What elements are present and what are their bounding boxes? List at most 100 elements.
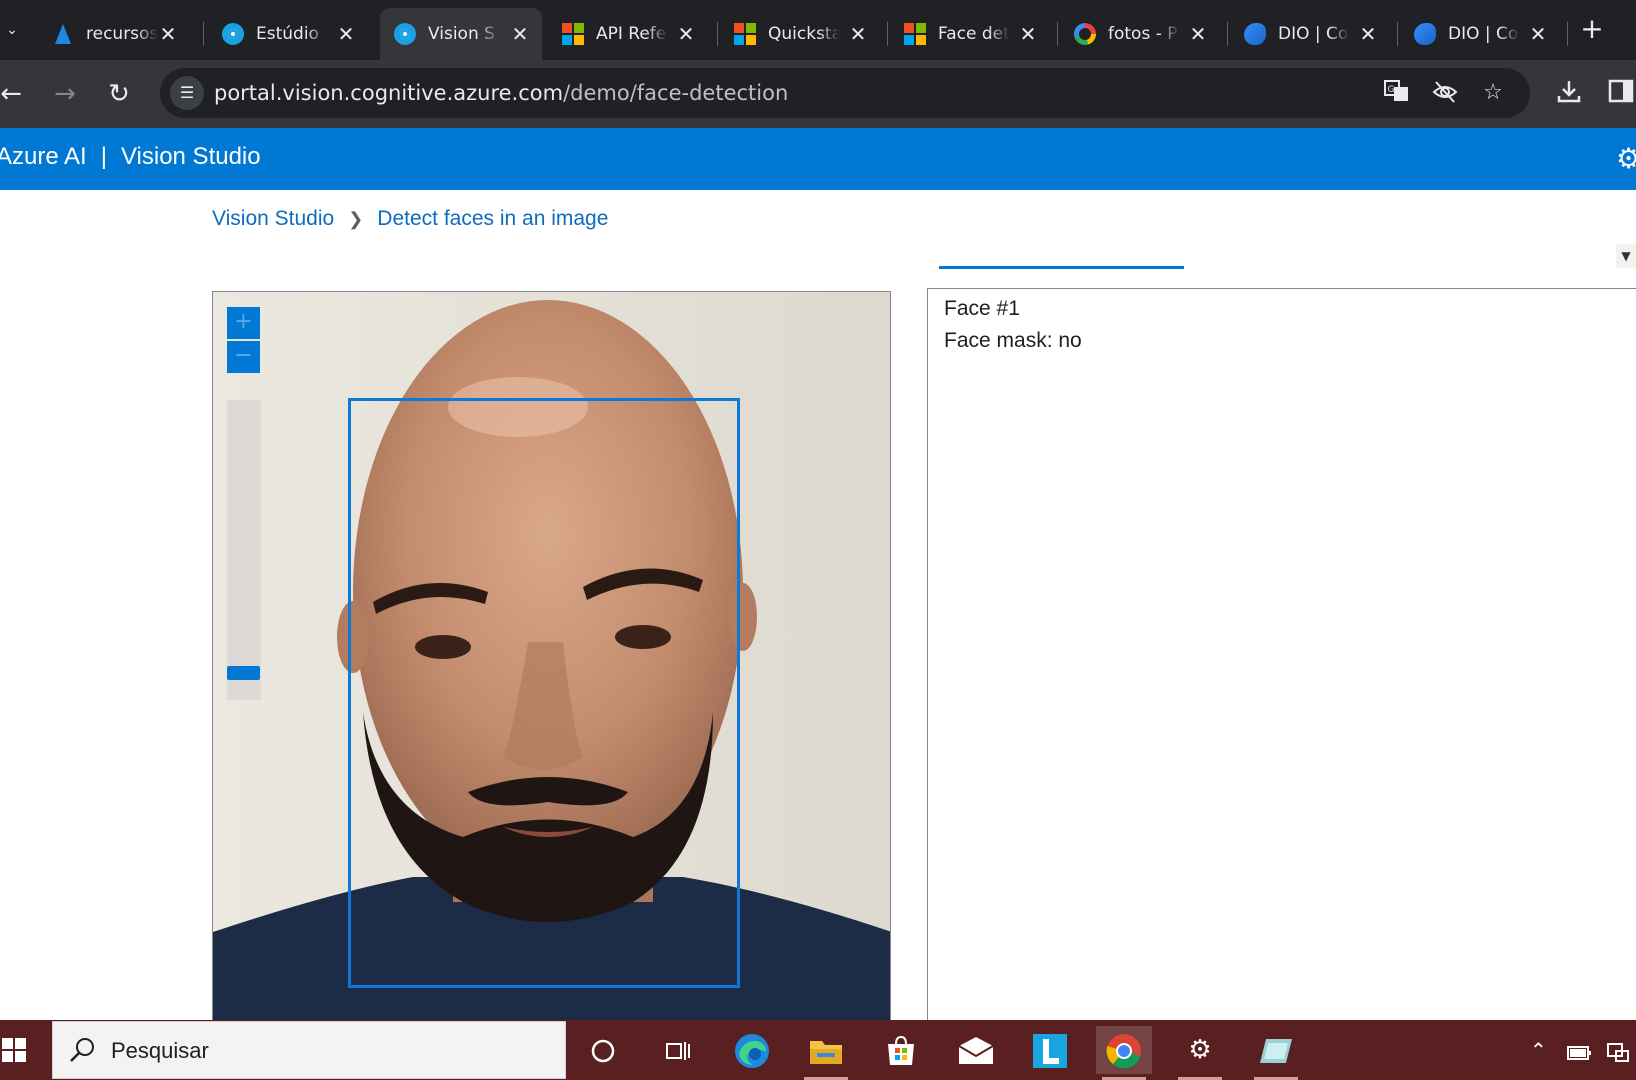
file-explorer-icon[interactable] <box>798 1026 854 1080</box>
battery-icon[interactable] <box>1567 1034 1593 1066</box>
tab-title: API Refe <box>596 24 667 44</box>
tab-close-icon[interactable]: ✕ <box>848 24 868 44</box>
network-icon[interactable] <box>1606 1034 1630 1066</box>
notes-icon[interactable] <box>1248 1026 1304 1080</box>
url-host: portal.vision.cognitive.azure.com <box>214 81 564 105</box>
site-settings-icon[interactable]: ☰ <box>170 76 204 110</box>
translate-icon[interactable]: G <box>1382 78 1412 108</box>
chrome-icon[interactable] <box>1096 1026 1152 1080</box>
microsoft-store-icon[interactable] <box>873 1026 929 1074</box>
microsoft-icon <box>562 23 584 45</box>
product-name: Vision Studio <box>120 143 261 170</box>
settings-icon[interactable]: ⚙ <box>1172 1026 1228 1080</box>
tab-divider <box>203 22 204 46</box>
zoom-slider-thumb[interactable] <box>227 666 260 680</box>
search-icon <box>67 1036 97 1066</box>
l-app-icon[interactable] <box>1022 1026 1078 1074</box>
tab-title: DIO | Co <box>1278 24 1349 44</box>
mail-icon[interactable] <box>948 1026 1004 1074</box>
tab-title: Estúdio <box>256 24 319 44</box>
brand-name: Azure AI <box>0 143 87 170</box>
eye-off-icon[interactable] <box>1430 78 1460 108</box>
forward-arrow-icon[interactable]: → <box>48 77 82 111</box>
browser-tab[interactable]: fotos - P ✕ <box>1060 8 1220 60</box>
tab-title: Vision S <box>428 24 495 44</box>
vision-studio-icon <box>394 23 416 45</box>
address-bar[interactable]: ☰ portal.vision.cognitive.azure.com/demo… <box>160 68 1530 118</box>
download-icon[interactable] <box>1552 77 1586 111</box>
app-header: Azure AI | Vision Studio ⚙ <box>0 128 1636 190</box>
tab-close-icon[interactable]: ✕ <box>158 24 178 44</box>
settings-gear-icon[interactable]: ⚙ <box>1616 143 1636 175</box>
image-viewer[interactable]: + − <box>212 291 891 1021</box>
side-panel-icon[interactable] <box>1604 77 1636 111</box>
tab-close-icon[interactable]: ✕ <box>676 24 696 44</box>
google-icon <box>1074 23 1096 45</box>
browser-tab-strip: ⌄ recursos ✕ Estúdio ✕ Vision S ✕ API Re… <box>0 0 1636 60</box>
tab-divider <box>1227 22 1228 46</box>
tab-title: Face det <box>938 24 1010 44</box>
url-path: /demo/face-detection <box>563 81 789 105</box>
cortana-icon[interactable] <box>575 1026 631 1074</box>
taskbar-search-box[interactable]: Pesquisar <box>52 1021 566 1079</box>
dio-icon <box>1244 23 1266 45</box>
tab-title: Quicksta <box>768 24 840 44</box>
chevron-up-icon[interactable]: ⌃ <box>1530 1034 1547 1066</box>
vision-studio-icon <box>222 23 244 45</box>
tab-search-chevron-icon[interactable]: ⌄ <box>0 14 24 46</box>
zoom-in-button[interactable]: + <box>227 307 260 339</box>
dio-icon <box>1414 23 1436 45</box>
tab-divider <box>1057 22 1058 46</box>
brand-separator: | <box>100 143 107 170</box>
browser-tab[interactable]: recursos ✕ <box>38 8 190 60</box>
url-text[interactable]: portal.vision.cognitive.azure.com/demo/f… <box>214 81 788 105</box>
microsoft-icon <box>734 23 756 45</box>
breadcrumb-root-link[interactable]: Vision Studio <box>212 207 334 230</box>
face-mask-attribute: Face mask: no <box>944 329 1082 352</box>
detection-results-panel: Face #1 Face mask: no <box>927 288 1636 1048</box>
breadcrumb: Vision Studio ❯ Detect faces in an image <box>212 207 608 231</box>
browser-tab[interactable]: Estúdio ✕ <box>208 8 368 60</box>
browser-tab[interactable]: Face det ✕ <box>890 8 1050 60</box>
chevron-right-icon: ❯ <box>348 209 364 229</box>
browser-tab[interactable]: DIO | Co ✕ <box>1400 8 1560 60</box>
browser-tab[interactable]: DIO | Co ✕ <box>1230 8 1390 60</box>
svg-text:G: G <box>1388 85 1395 95</box>
tab-close-icon[interactable]: ✕ <box>336 24 356 44</box>
back-arrow-icon[interactable]: ← <box>0 77 28 111</box>
app-title[interactable]: Azure AI | Vision Studio <box>0 143 261 171</box>
azure-icon <box>52 23 74 45</box>
tab-divider <box>1397 22 1398 46</box>
zoom-slider-track[interactable] <box>227 400 261 700</box>
browser-tab-active[interactable]: Vision S ✕ <box>380 8 542 60</box>
new-tab-button[interactable]: + <box>1578 14 1606 46</box>
browser-tab[interactable]: Quicksta ✕ <box>720 8 880 60</box>
tab-title: recursos <box>86 24 158 44</box>
tab-divider <box>887 22 888 46</box>
bookmark-star-icon[interactable]: ☆ <box>1478 78 1508 108</box>
browser-toolbar: ← → ↻ ☰ portal.vision.cognitive.azure.co… <box>0 60 1636 128</box>
windows-start-icon[interactable] <box>0 1020 50 1080</box>
tab-divider <box>1567 22 1568 46</box>
breadcrumb-current[interactable]: Detect faces in an image <box>377 207 608 230</box>
edge-icon[interactable] <box>724 1026 780 1074</box>
browser-tab[interactable]: API Refe ✕ <box>548 8 708 60</box>
face-label: Face #1 <box>944 297 1020 320</box>
task-view-icon[interactable] <box>650 1026 706 1074</box>
tab-title: DIO | Co <box>1448 24 1519 44</box>
face-bounding-box[interactable] <box>348 398 740 988</box>
zoom-out-button[interactable]: − <box>227 341 260 373</box>
caret-down-icon[interactable]: ▼ <box>1616 244 1636 268</box>
tab-close-icon[interactable]: ✕ <box>510 24 530 44</box>
tab-close-icon[interactable]: ✕ <box>1528 24 1548 44</box>
tab-title: fotos - P <box>1108 24 1178 44</box>
tab-divider <box>717 22 718 46</box>
tab-close-icon[interactable]: ✕ <box>1358 24 1378 44</box>
search-placeholder: Pesquisar <box>111 1038 209 1063</box>
tab-close-icon[interactable]: ✕ <box>1018 24 1038 44</box>
windows-taskbar: Pesquisar ⚙ ⌃ <box>0 1020 1636 1080</box>
selected-tab-indicator <box>939 266 1184 269</box>
microsoft-icon <box>904 23 926 45</box>
tab-close-icon[interactable]: ✕ <box>1188 24 1208 44</box>
reload-icon[interactable]: ↻ <box>102 77 136 111</box>
